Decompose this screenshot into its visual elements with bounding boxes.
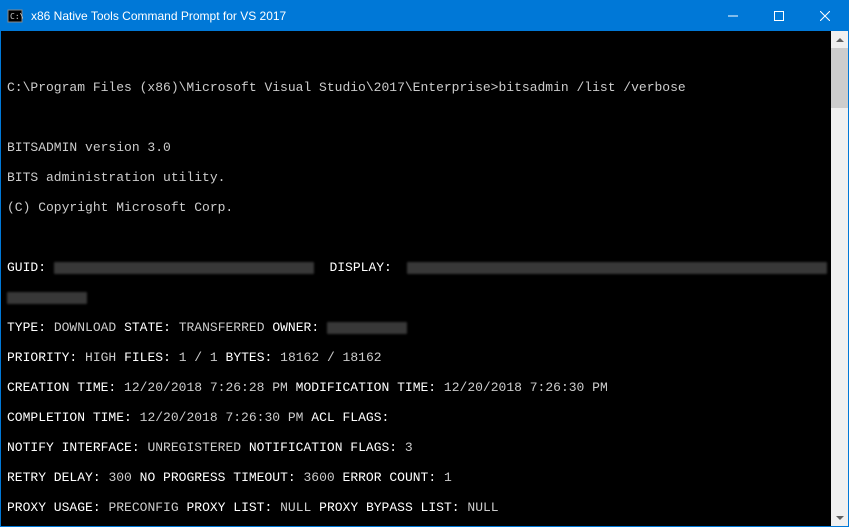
proxy-list-label: PROXY LIST: <box>186 500 272 515</box>
noprog-label: NO PROGRESS TIMEOUT: <box>140 470 296 485</box>
proxy-bypass-value: NULL <box>467 500 498 515</box>
type-label: TYPE: <box>7 320 46 335</box>
util-line: BITS administration utility. <box>7 170 825 185</box>
proxy-usage-value: PRECONFIG <box>108 500 178 515</box>
blank-line <box>7 110 825 125</box>
bytes-value: 18162 / 18162 <box>280 350 381 365</box>
retry-line: RETRY DELAY: 300 NO PROGRESS TIMEOUT: 36… <box>7 470 825 485</box>
files-label: FILES: <box>124 350 171 365</box>
notif-flags-label: NOTIFICATION FLAGS: <box>249 440 397 455</box>
display-label: DISPLAY: <box>329 260 391 275</box>
files-value: 1 / 1 <box>179 350 218 365</box>
proxy-usage-label: PROXY USAGE: <box>7 500 101 515</box>
redacted-guid: x <box>54 262 314 274</box>
command-prompt-window: C:\ x86 Native Tools Command Prompt for … <box>0 0 849 527</box>
close-button[interactable] <box>802 1 848 31</box>
guid-label: GUID: <box>7 260 46 275</box>
type-value: DOWNLOAD <box>54 320 116 335</box>
scroll-up-button[interactable] <box>831 31 848 48</box>
vertical-scrollbar[interactable] <box>831 31 848 526</box>
errcount-label: ERROR COUNT: <box>343 470 437 485</box>
acl-label: ACL FLAGS: <box>311 410 389 425</box>
priority-label: PRIORITY: <box>7 350 77 365</box>
retry-label: RETRY DELAY: <box>7 470 101 485</box>
type-line: TYPE: DOWNLOAD STATE: TRANSFERRED OWNER:… <box>7 320 825 335</box>
redacted-owner: x <box>327 322 407 334</box>
blank-line <box>7 50 825 65</box>
window-controls <box>710 1 848 31</box>
retry-value: 300 <box>108 470 131 485</box>
creation-label: CREATION TIME: <box>7 380 116 395</box>
scrollbar-thumb[interactable] <box>831 48 848 108</box>
errcount-value: 1 <box>444 470 452 485</box>
minimize-button[interactable] <box>710 1 756 31</box>
scroll-down-button[interactable] <box>831 509 848 526</box>
creation-line: CREATION TIME: 12/20/2018 7:26:28 PM MOD… <box>7 380 825 395</box>
redacted-display-cont: x <box>7 292 87 304</box>
titlebar[interactable]: C:\ x86 Native Tools Command Prompt for … <box>1 1 848 31</box>
blank-line <box>7 230 825 245</box>
notif-flags-value: 3 <box>405 440 413 455</box>
console-area: C:\Program Files (x86)\Microsoft Visual … <box>1 31 848 526</box>
proxy-bypass-label: PROXY BYPASS LIST: <box>319 500 459 515</box>
state-value: TRANSFERRED <box>179 320 265 335</box>
owner-label: OWNER: <box>272 320 319 335</box>
redacted-display: x <box>407 262 827 274</box>
priority-line: PRIORITY: HIGH FILES: 1 / 1 BYTES: 18162… <box>7 350 825 365</box>
notify-line: NOTIFY INTERFACE: UNREGISTERED NOTIFICAT… <box>7 440 825 455</box>
completion-label: COMPLETION TIME: <box>7 410 132 425</box>
copyright-line: (C) Copyright Microsoft Corp. <box>7 200 825 215</box>
maximize-button[interactable] <box>756 1 802 31</box>
guid-line-2: x <box>7 290 825 305</box>
proxy-list-value: NULL <box>280 500 311 515</box>
app-icon: C:\ <box>7 8 23 24</box>
noprog-value: 3600 <box>304 470 335 485</box>
modification-label: MODIFICATION TIME: <box>296 380 436 395</box>
proxy-line: PROXY USAGE: PRECONFIG PROXY LIST: NULL … <box>7 500 825 515</box>
completion-value: 12/20/2018 7:26:30 PM <box>140 410 304 425</box>
window-title: x86 Native Tools Command Prompt for VS 2… <box>29 9 710 23</box>
modification-value: 12/20/2018 7:26:30 PM <box>444 380 608 395</box>
command-text: bitsadmin /list /verbose <box>498 80 685 95</box>
state-label: STATE: <box>124 320 171 335</box>
prompt-line: C:\Program Files (x86)\Microsoft Visual … <box>7 80 825 95</box>
creation-value: 12/20/2018 7:26:28 PM <box>124 380 288 395</box>
svg-text:C:\: C:\ <box>10 12 23 21</box>
priority-value: HIGH <box>85 350 116 365</box>
prompt-path: C:\Program Files (x86)\Microsoft Visual … <box>7 80 498 95</box>
notify-value: UNREGISTERED <box>147 440 241 455</box>
guid-line: GUID: x DISPLAY: x <box>7 260 825 275</box>
console-output[interactable]: C:\Program Files (x86)\Microsoft Visual … <box>1 31 831 526</box>
bytes-label: BYTES: <box>226 350 273 365</box>
scrollbar-track[interactable] <box>831 48 848 509</box>
completion-line: COMPLETION TIME: 12/20/2018 7:26:30 PM A… <box>7 410 825 425</box>
notify-label: NOTIFY INTERFACE: <box>7 440 140 455</box>
version-line: BITSADMIN version 3.0 <box>7 140 825 155</box>
